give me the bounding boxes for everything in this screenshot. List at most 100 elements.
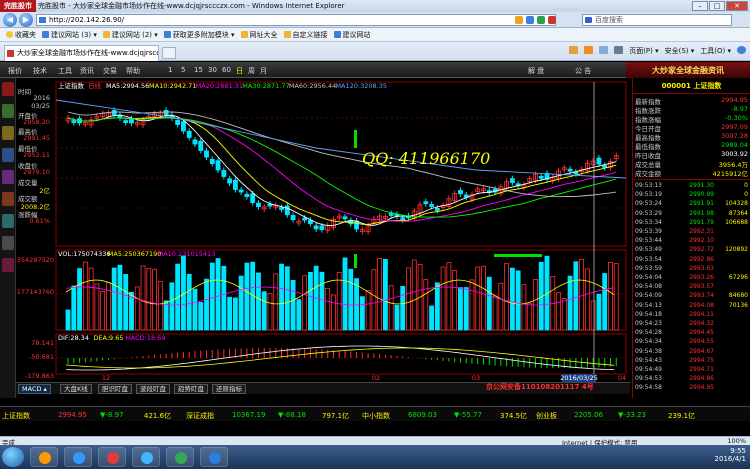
tick-time: 09:54:58 — [635, 384, 662, 392]
address-input[interactable]: http://202.142.26.90/ — [36, 14, 556, 26]
volume-bar — [458, 287, 463, 331]
volume-bar — [567, 275, 573, 331]
candle — [204, 150, 209, 158]
back-button[interactable]: ◀ — [3, 13, 17, 27]
home-icon[interactable] — [569, 46, 579, 56]
volume-bar — [608, 261, 613, 331]
feed-icon[interactable] — [584, 46, 594, 56]
period-day[interactable]: 日 — [236, 66, 243, 76]
favorite-link[interactable]: 自定义链接 — [283, 30, 328, 40]
refresh-icon[interactable] — [537, 16, 545, 24]
period-1[interactable]: 1 — [168, 66, 172, 74]
tab-index-kline[interactable]: 大盘K线 — [60, 384, 92, 394]
period-60[interactable]: 60 — [222, 66, 231, 74]
sidebar-button[interactable] — [2, 236, 14, 250]
print-icon[interactable] — [614, 46, 624, 56]
sidebar-button[interactable] — [2, 104, 14, 118]
tab-active[interactable]: 大炒家全球金融市场炒作在线-www.dcjqjrsccc... — [4, 45, 159, 61]
sidebar-button[interactable] — [2, 214, 14, 228]
tick-price: 2991.91 — [689, 200, 714, 208]
trading-app: 报价 技术 工具 资讯 交易 帮助 1 5 15 30 60 日 周 月 解 盘… — [0, 62, 750, 422]
x-axis-label: 12 — [102, 374, 110, 382]
menu-tech[interactable]: 技术 — [33, 66, 47, 76]
tick-volume: 87364 — [728, 209, 748, 217]
quote-row: 成交金额 4215912亿 — [634, 168, 750, 178]
volume-bar — [429, 305, 435, 331]
sidebar-button[interactable] — [2, 170, 14, 184]
security-icon[interactable] — [526, 16, 534, 24]
tick-price: 2994.71 — [689, 366, 714, 373]
tab-watch-2[interactable]: 波段盯盘 — [136, 384, 170, 394]
tick-volume: 104328 — [725, 200, 748, 208]
qq-overlay: QQ: 411966170 — [362, 149, 490, 168]
volume-bar — [123, 273, 129, 331]
notice-button[interactable]: 公 告 — [575, 66, 591, 76]
taskbar-app[interactable] — [132, 447, 160, 467]
value-close: 2979.10 — [23, 168, 50, 176]
ma-label: MA60:2956.44 — [289, 82, 336, 90]
favorite-link[interactable]: 建议网站 — [333, 30, 371, 40]
system-tray: 9:55 2016/4/1 — [715, 447, 746, 463]
favorite-link[interactable]: 网址大全 — [240, 30, 278, 40]
compat-icon[interactable] — [515, 16, 523, 24]
menu-news[interactable]: 资讯 — [80, 66, 94, 76]
volume-bar — [406, 267, 411, 331]
search-input[interactable]: 百度搜索 — [582, 14, 732, 26]
help-icon[interactable] — [737, 46, 746, 56]
taskbar-app[interactable] — [30, 447, 58, 467]
candle — [319, 225, 325, 231]
sidebar-button[interactable] — [2, 192, 14, 206]
tools-menu[interactable]: 工具(O) ▾ — [700, 46, 731, 56]
quote-row: 昨日收盘 3003.92 — [634, 150, 750, 160]
favorites-button[interactable]: 收藏夹 — [6, 30, 36, 40]
taskbar-app[interactable] — [98, 447, 126, 467]
zoom-level[interactable]: 100% — [727, 437, 746, 445]
taskbar-app[interactable] — [166, 447, 194, 467]
sidebar-button[interactable] — [2, 258, 14, 272]
menu-trade[interactable]: 交易 — [103, 66, 117, 76]
close-button[interactable]: ✕ — [726, 1, 748, 11]
favorite-link[interactable]: 获取更多附加模块 ▾ — [163, 30, 235, 40]
taskbar-app[interactable] — [200, 447, 228, 467]
ticker-item: 6809.03 — [408, 411, 437, 419]
candle — [215, 160, 221, 171]
analysis-button[interactable]: 解 盘 — [528, 66, 544, 76]
menu-quote[interactable]: 报价 — [8, 66, 22, 76]
tab-restore[interactable]: 还原指标 — [212, 384, 246, 394]
sidebar-button[interactable] — [2, 126, 14, 140]
period-5[interactable]: 5 — [181, 66, 185, 74]
sidebar-button[interactable] — [2, 82, 14, 96]
safety-menu[interactable]: 安全(S) ▾ — [665, 46, 695, 56]
value-high: 2991.45 — [23, 134, 50, 142]
volume-bar — [325, 287, 331, 331]
sidebar-button[interactable] — [2, 148, 14, 162]
mail-icon[interactable] — [599, 46, 609, 56]
menu-help[interactable]: 帮助 — [126, 66, 140, 76]
volume-bar — [348, 268, 354, 331]
candle — [221, 170, 227, 177]
forward-button[interactable]: ▶ — [19, 13, 33, 27]
app-menu-bar: 报价 技术 工具 资讯 交易 帮助 1 5 15 30 60 日 周 月 解 盘… — [0, 62, 750, 78]
favorite-link[interactable]: 建议网站 (3) ▾ — [42, 30, 97, 40]
menu-tools[interactable]: 工具 — [58, 66, 72, 76]
tick-row: 09:54:08 2993.57 — [634, 283, 750, 291]
page-menu[interactable]: 页面(P) ▾ — [629, 46, 658, 56]
taskbar-app[interactable] — [64, 447, 92, 467]
tab-watch-3[interactable]: 趋势盯盘 — [174, 384, 208, 394]
kline-chart[interactable]: 上证指数 日线 MA5:2994.56 MA10:2942.71 MA20:2881.3… — [16, 78, 630, 382]
maximize-button[interactable]: □ — [709, 1, 725, 11]
tab-macd[interactable]: MACD ▴ — [18, 384, 51, 394]
info-column: 时间 2016 03/25 开盘价 2958.20 最高价 2991.45 最低… — [16, 78, 54, 238]
new-tab-button[interactable] — [162, 47, 176, 59]
tab-watch-1[interactable]: 胆识盯盘 — [98, 384, 132, 394]
period-month[interactable]: 月 — [260, 66, 267, 76]
app-icon — [209, 452, 221, 464]
volume-bar — [561, 298, 567, 331]
minimize-button[interactable]: – — [692, 1, 708, 11]
period-30[interactable]: 30 — [208, 66, 217, 74]
stop-icon[interactable] — [548, 16, 556, 24]
period-week[interactable]: 周 — [248, 66, 255, 76]
start-button[interactable] — [2, 447, 24, 467]
favorite-link[interactable]: 建议网站 (2) ▾ — [102, 30, 158, 40]
period-15[interactable]: 15 — [194, 66, 203, 74]
